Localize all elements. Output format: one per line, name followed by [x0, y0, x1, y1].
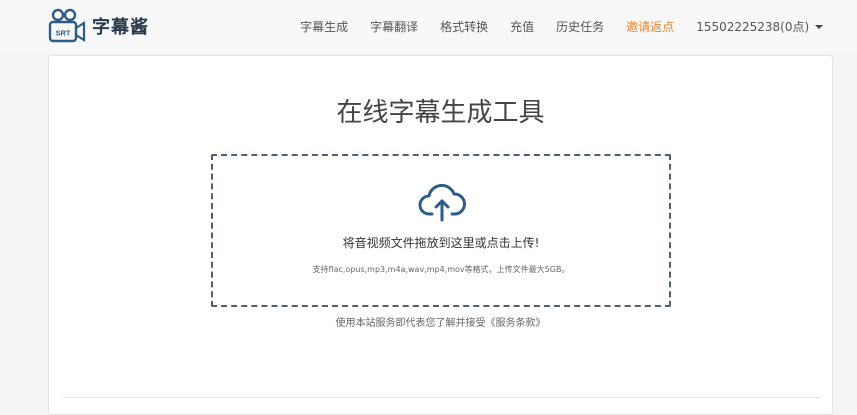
main-panel: 在线字幕生成工具 将音视频文件拖放到这里或点击上传! 支持flac,opus,m…	[48, 55, 833, 415]
camera-logo-icon: SRT	[48, 8, 86, 43]
dropzone-sub-text: 支持flac,opus,mp3,m4a,wav,mp4,mov等格式，上传文件最…	[312, 265, 570, 274]
nav-format-convert[interactable]: 格式转换	[440, 18, 488, 35]
caret-down-icon	[815, 25, 823, 29]
account-label: 15502225238(0点)	[696, 19, 810, 34]
nav-invite-rebate[interactable]: 邀请返点	[626, 18, 674, 35]
account-menu[interactable]: 15502225238(0点)	[696, 18, 823, 35]
logo-badge: SRT	[56, 29, 71, 38]
main-nav: 字幕生成 字幕翻译 格式转换 充值 历史任务 邀请返点 15502225238(…	[278, 0, 823, 52]
divider	[63, 397, 820, 398]
page-title: 在线字幕生成工具	[336, 98, 545, 128]
nav-recharge[interactable]: 充值	[510, 18, 534, 35]
nav-history-tasks[interactable]: 历史任务	[556, 18, 604, 35]
dropzone-main-text: 将音视频文件拖放到这里或点击上传!	[342, 236, 540, 250]
top-navbar: SRT 字幕酱 字幕生成 字幕翻译 格式转换 充值 历史任务 邀请返点 1550…	[0, 0, 857, 52]
logo[interactable]: SRT 字幕酱	[48, 8, 149, 44]
terms-notice[interactable]: 使用本站服务即代表您了解并接受《服务条款》	[49, 314, 832, 329]
cloud-upload-icon	[418, 183, 466, 222]
upload-dropzone[interactable]: 将音视频文件拖放到这里或点击上传! 支持flac,opus,mp3,m4a,wa…	[211, 154, 671, 307]
nav-subtitle-translate[interactable]: 字幕翻译	[370, 18, 418, 35]
nav-subtitle-generate[interactable]: 字幕生成	[300, 18, 348, 35]
logo-text: 字幕酱	[92, 17, 149, 38]
